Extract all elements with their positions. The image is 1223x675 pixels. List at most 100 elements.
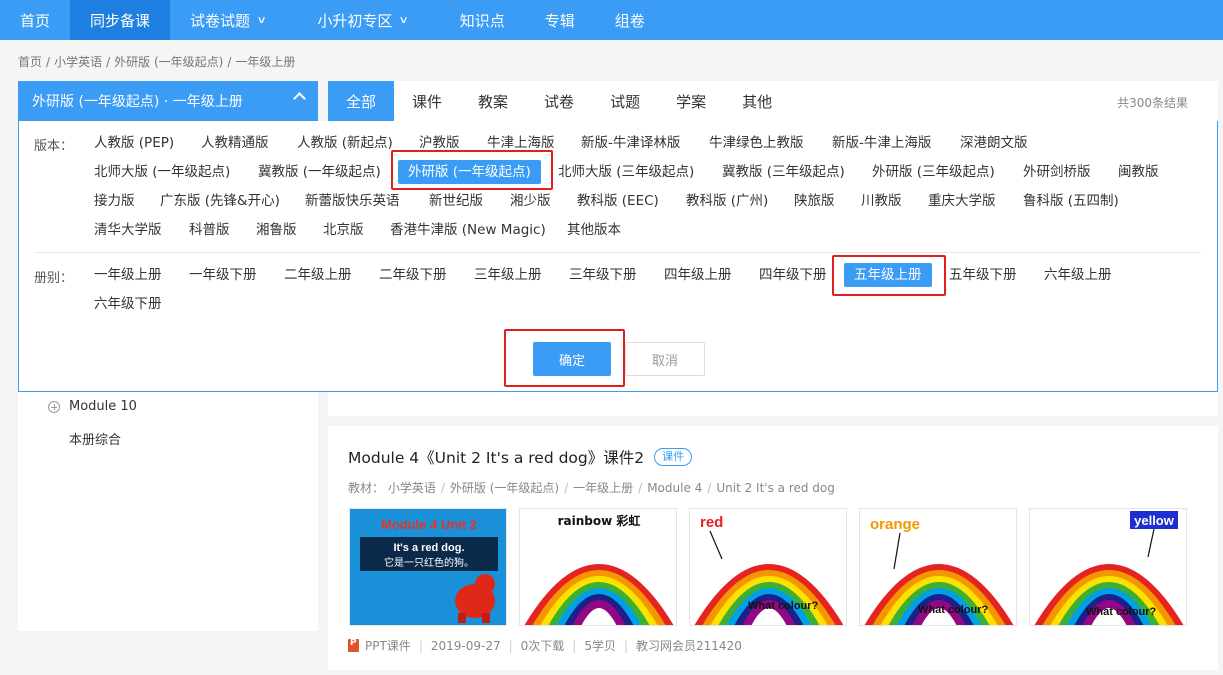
edition-option[interactable]: 沪教版 — [419, 134, 460, 152]
edition-option[interactable]: 外研版 (三年级起点) — [872, 163, 995, 181]
volume-option[interactable]: 四年级下册 — [759, 266, 827, 284]
nav-xsc[interactable]: 小升初专区 ∨ — [285, 0, 427, 40]
uploader[interactable]: 教习网会员211420 — [636, 637, 742, 654]
volume-option-selected[interactable]: 五年级上册 — [844, 263, 932, 287]
tab-lesson-plan[interactable]: 教案 — [460, 81, 526, 121]
tab-other[interactable]: 其他 — [724, 81, 790, 121]
slide-thumbnail[interactable]: rainbow 彩虹 — [519, 508, 677, 626]
chevron-down-icon: ∨ — [398, 14, 410, 26]
slide-thumbnail[interactable]: yellow What colour? — [1029, 508, 1187, 626]
expand-plus-icon[interactable] — [48, 400, 60, 413]
volume-option[interactable]: 一年级上册 — [94, 266, 162, 284]
card-title-text: Module 4《Unit 2 It's a red dog》课件2 — [348, 449, 645, 467]
edition-option[interactable]: 牛津绿色上教版 — [709, 134, 804, 152]
edition-option[interactable]: 其他版本 — [567, 221, 621, 239]
edition-option[interactable]: 新版-牛津上海版 — [832, 134, 931, 152]
breadcrumb-item: 一年级上册 — [235, 55, 296, 69]
edition-option[interactable]: 牛津上海版 — [487, 134, 555, 152]
edition-option[interactable]: 新蕾版快乐英语 — [305, 192, 400, 210]
edition-option[interactable]: 新世纪版 — [429, 192, 483, 210]
resource-card[interactable]: Module 4《Unit 2 It's a red dog》课件2 课件 教材：… — [328, 426, 1218, 670]
edition-option[interactable]: 北师大版 (三年级起点) — [558, 163, 694, 181]
rainbow-art: yellow What colour? — [1034, 511, 1184, 625]
edition-option[interactable]: 湘少版 — [510, 192, 551, 210]
edition-option[interactable]: 教科版 (广州) — [686, 192, 768, 210]
sidebar-item-label: Module 10 — [69, 399, 137, 414]
rainbow-art: orange What colour? — [864, 516, 1014, 625]
volume-option[interactable]: 一年级下册 — [189, 266, 257, 284]
thumb-heading: orange — [870, 516, 920, 533]
thumb-caption: What colour? — [1086, 606, 1157, 618]
volume-label: 册别： — [34, 271, 74, 286]
edition-option[interactable]: 人教版 (PEP) — [94, 134, 174, 152]
confirm-button[interactable]: 确定 — [533, 342, 611, 376]
price: 5学贝 — [584, 639, 616, 653]
volume-option[interactable]: 四年级上册 — [664, 266, 732, 284]
edition-option[interactable]: 冀教版 (一年级起点) — [258, 163, 381, 181]
edition-option[interactable]: 川教版 — [861, 192, 902, 210]
nav-compose[interactable]: 组卷 — [595, 0, 665, 40]
sidebar-item-module10[interactable]: Module 10 — [48, 399, 137, 414]
volume-option[interactable]: 六年级下册 — [94, 295, 162, 313]
chevron-up-icon — [293, 92, 306, 105]
edition-option[interactable]: 冀教版 (三年级起点) — [722, 163, 845, 181]
edition-option[interactable]: 清华大学版 — [94, 221, 162, 239]
edition-option[interactable]: 广东版 (先锋&开心) — [160, 192, 280, 210]
nav-papers[interactable]: 试卷试题 ∨ — [170, 0, 285, 40]
slide-thumbnail[interactable]: orange What colour? — [859, 508, 1017, 626]
volume-option[interactable]: 二年级上册 — [284, 266, 352, 284]
breadcrumb-item[interactable]: 小学英语 — [54, 55, 102, 69]
tab-exam[interactable]: 试卷 — [526, 81, 592, 121]
cancel-button[interactable]: 取消 — [625, 342, 705, 376]
thumb-caption: What colour? — [918, 604, 989, 616]
breadcrumb-item[interactable]: 首页 — [18, 55, 42, 69]
slide-thumbnail[interactable]: Module 4 Unit 2 It's a red dog. 它是一只红色的狗… — [349, 508, 507, 626]
edition-option[interactable]: 北师大版 (一年级起点) — [94, 163, 230, 181]
volume-option[interactable]: 三年级上册 — [474, 266, 542, 284]
edition-option[interactable]: 闽教版 — [1118, 163, 1159, 181]
tab-questions[interactable]: 试题 — [592, 81, 658, 121]
edition-option[interactable]: 接力版 — [94, 192, 135, 210]
edition-option[interactable]: 人教精通版 — [201, 134, 269, 152]
card-footer: PPT课件| 2019-09-27| 0次下载| 5学贝| 教习网会员21142… — [348, 637, 742, 654]
version-selector-label: 外研版 (一年级起点) · 一年级上册 — [32, 94, 243, 110]
edition-option[interactable]: 人教版 (新起点) — [297, 134, 393, 152]
type-badge: 课件 — [654, 448, 693, 466]
divider — [35, 252, 1201, 253]
filter-panel: 版本： 人教版 (PEP) 人教精通版 人教版 (新起点) 沪教版 牛津上海版 … — [18, 121, 1218, 392]
ppt-icon — [348, 638, 359, 652]
tab-study-plan[interactable]: 学案 — [658, 81, 724, 121]
edition-option[interactable]: 重庆大学版 — [928, 192, 996, 210]
nav-sync-prep[interactable]: 同步备课 — [70, 0, 171, 40]
tab-all[interactable]: 全部 — [328, 81, 395, 121]
previous-card — [328, 392, 1218, 416]
edition-option[interactable]: 北京版 — [323, 221, 364, 239]
card-title[interactable]: Module 4《Unit 2 It's a red dog》课件2 课件 — [348, 446, 693, 468]
version-selector[interactable]: 外研版 (一年级起点) · 一年级上册 — [18, 81, 318, 121]
volume-option[interactable]: 五年级下册 — [949, 266, 1017, 284]
edition-option[interactable]: 湘鲁版 — [256, 221, 297, 239]
edition-option[interactable]: 鲁科版 (五四制) — [1023, 192, 1119, 210]
card-meta: 教材： 小学英语 / 外研版 (一年级起点) / 一年级上册 / Module 4/Unit… — [348, 481, 835, 495]
edition-option[interactable]: 外研剑桥版 — [1023, 163, 1091, 181]
edition-option[interactable]: 香港牛津版 (New Magic) — [390, 221, 546, 239]
slide-thumbnail[interactable]: red What colour? — [689, 508, 847, 626]
nav-album[interactable]: 专辑 — [525, 0, 595, 40]
file-type: PPT课件 — [365, 639, 411, 653]
nav-home[interactable]: 首页 — [0, 0, 70, 40]
top-nav: 首页 同步备课 试卷试题 ∨ 小升初专区 ∨ 知识点 专辑 组卷 — [0, 0, 1223, 40]
edition-option[interactable]: 深港朗文版 — [960, 134, 1028, 152]
result-count: 共300条结果 — [1117, 96, 1188, 110]
volume-option[interactable]: 六年级上册 — [1044, 266, 1112, 284]
sidebar-item-comprehensive[interactable]: 本册综合 — [69, 429, 121, 448]
edition-option[interactable]: 教科版 (EEC) — [577, 192, 659, 210]
volume-option[interactable]: 三年级下册 — [569, 266, 637, 284]
tab-courseware[interactable]: 课件 — [394, 81, 460, 121]
nav-knowledge[interactable]: 知识点 — [428, 0, 525, 40]
edition-option[interactable]: 新版-牛津译林版 — [581, 134, 680, 152]
edition-option-selected[interactable]: 外研版 (一年级起点) — [398, 160, 541, 184]
edition-option[interactable]: 陕旅版 — [794, 192, 835, 210]
volume-option[interactable]: 二年级下册 — [379, 266, 447, 284]
breadcrumb-item[interactable]: 外研版 (一年级起点) — [114, 55, 223, 69]
edition-option[interactable]: 科普版 — [189, 221, 230, 239]
